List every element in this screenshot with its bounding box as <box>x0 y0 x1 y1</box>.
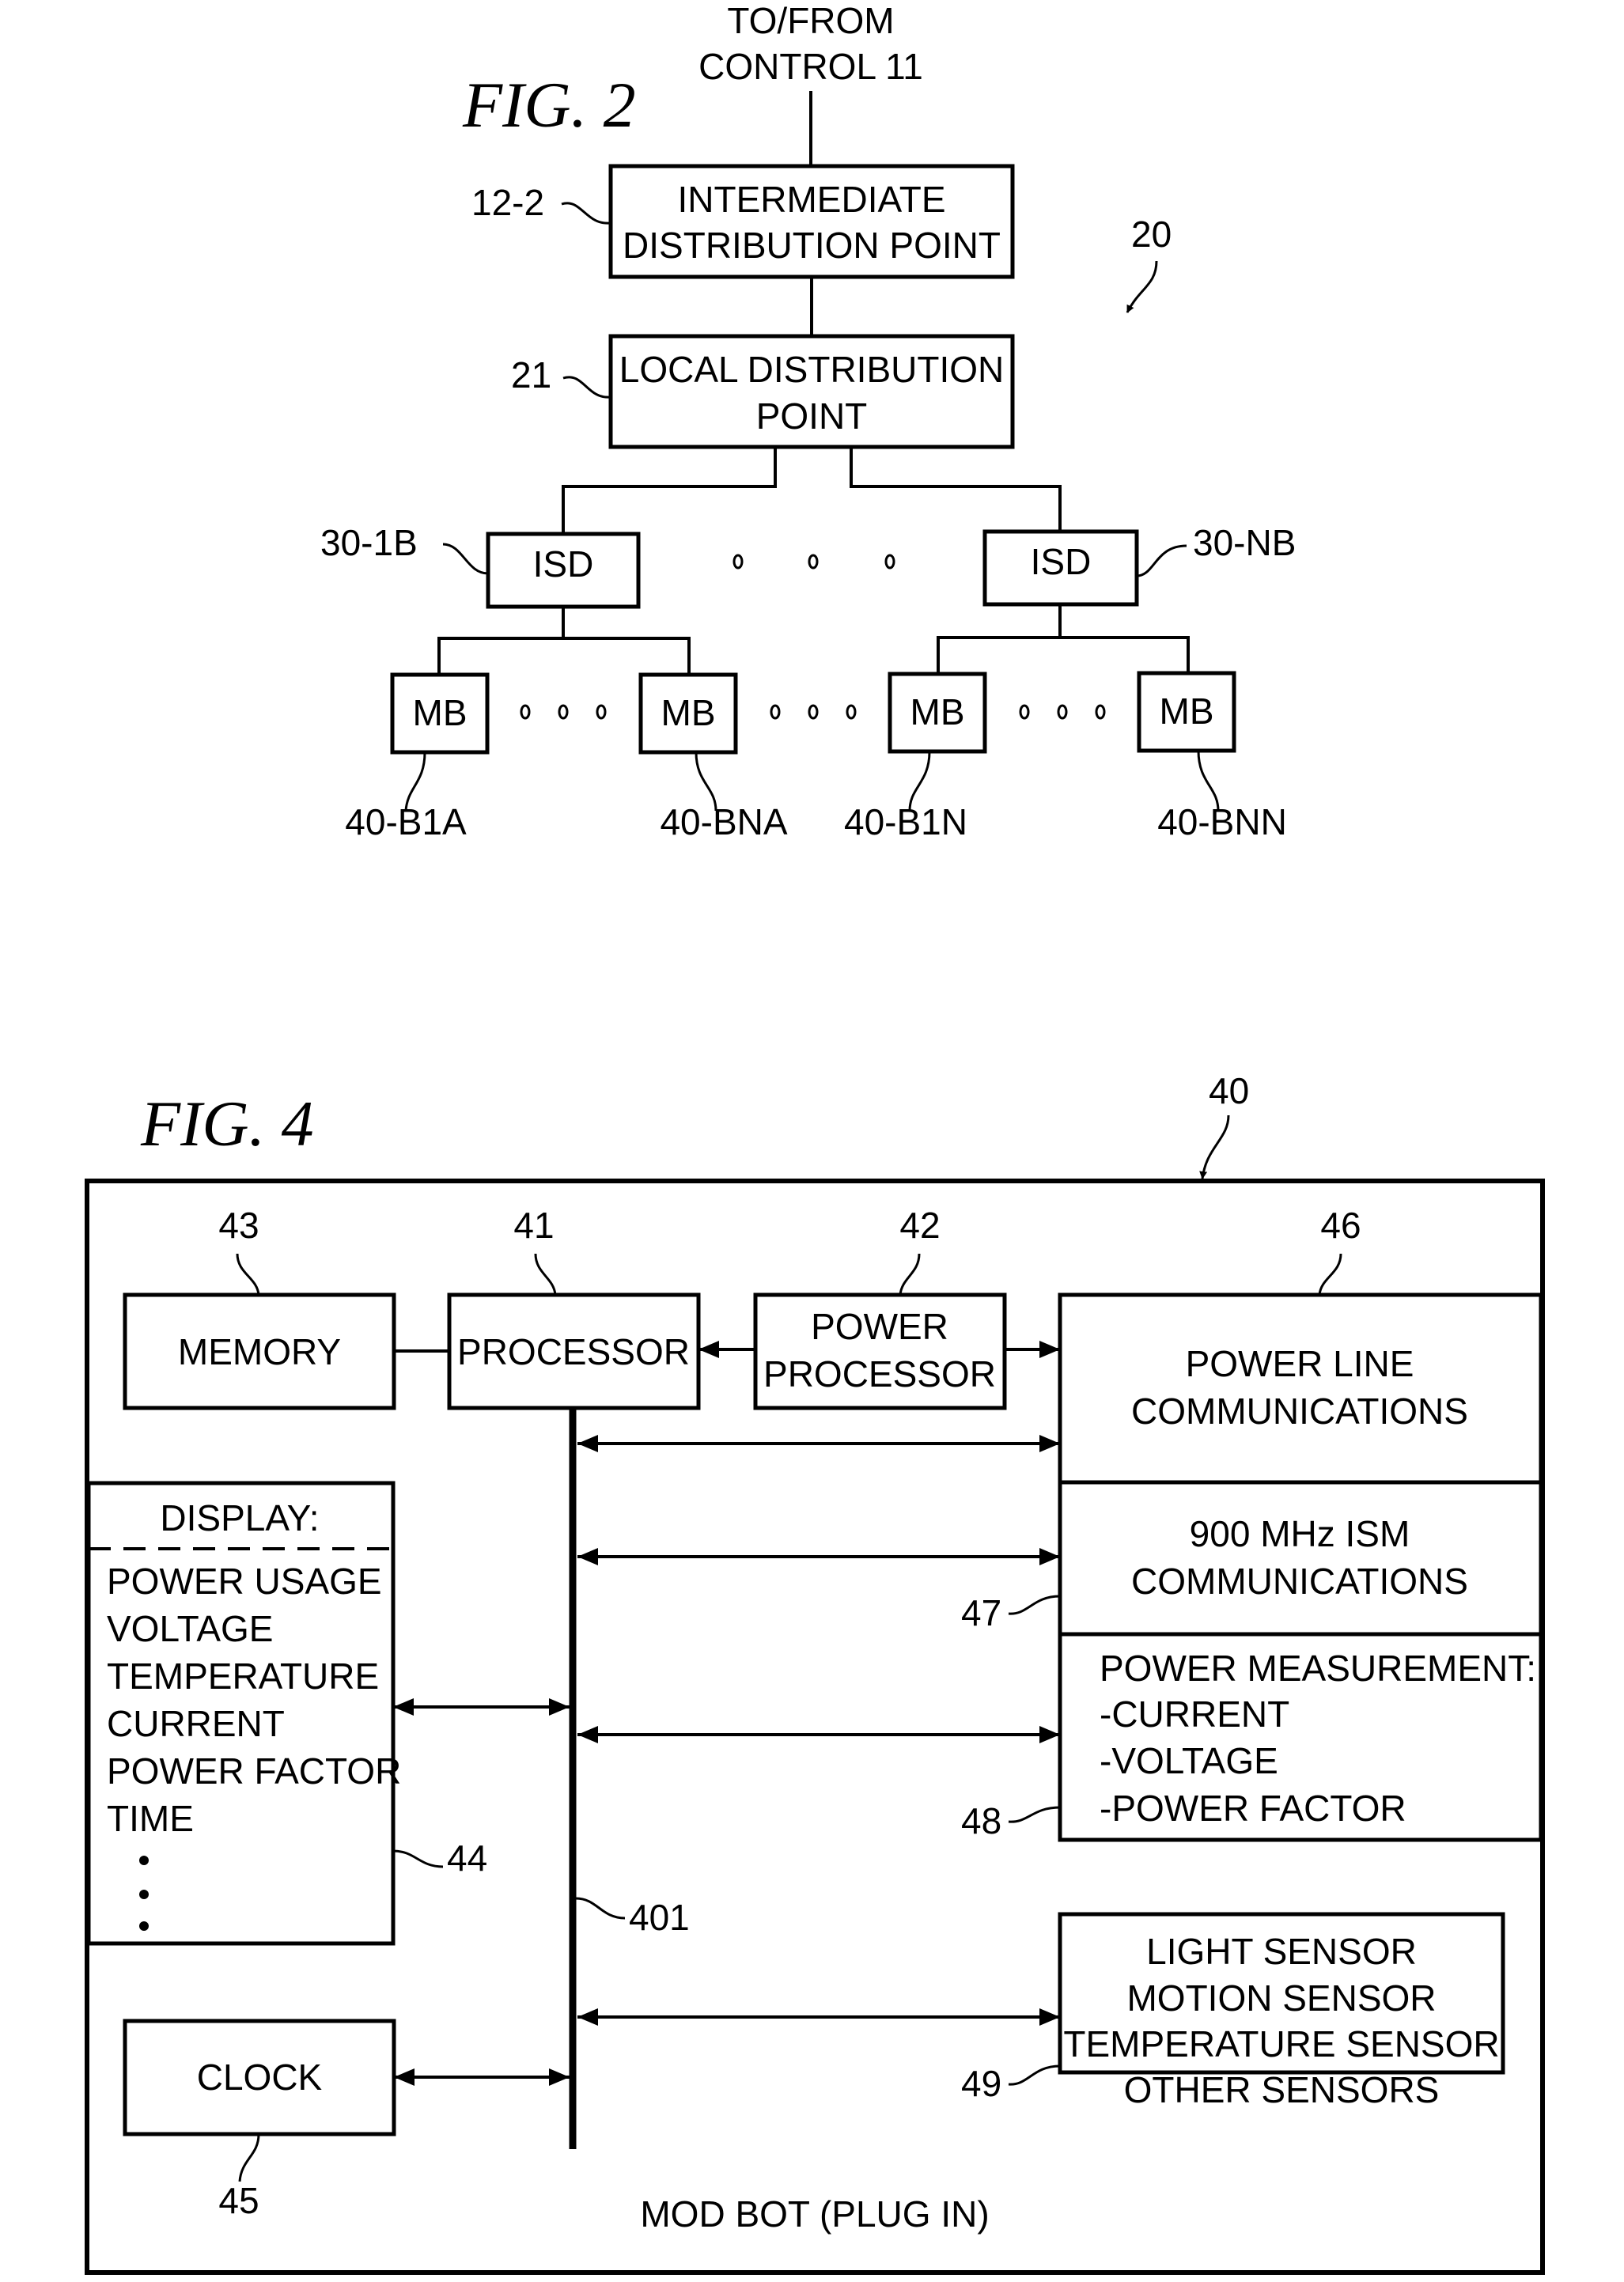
device-ref-arrow <box>1199 1115 1230 1179</box>
mb-node: MB 40-B1A <box>345 672 490 842</box>
display-item: VOLTAGE <box>107 1608 273 1649</box>
processor-ref: 41 <box>513 1205 554 1246</box>
display-item: POWER FACTOR <box>107 1750 401 1792</box>
mb-ref: 40-BNN <box>1157 801 1287 842</box>
mb-label: MB <box>661 692 716 733</box>
ism-line2: COMMUNICATIONS <box>1131 1561 1468 1602</box>
mb-label: MB <box>1160 691 1214 732</box>
sensor-line: MOTION SENSOR <box>1126 1977 1436 2019</box>
sensor-line: TEMPERATURE SENSOR <box>1063 2023 1499 2064</box>
clock-ref: 45 <box>218 2180 259 2221</box>
memory-label: MEMORY <box>178 1331 341 1372</box>
plc-ref: 46 <box>1320 1205 1361 1246</box>
intermediate-line1: INTERMEDIATE <box>677 179 945 220</box>
device-ref: 40 <box>1209 1070 1249 1111</box>
isd-leader-left <box>442 543 489 575</box>
memory-ref: 43 <box>218 1205 259 1246</box>
bus-ref: 401 <box>629 1897 690 1938</box>
mb-label: MB <box>413 692 468 733</box>
system-ref: 20 <box>1131 214 1172 255</box>
power-processor-line1: POWER <box>811 1306 948 1347</box>
local-ref: 21 <box>511 354 551 395</box>
control-label-line2: CONTROL 11 <box>698 46 923 87</box>
fig4-title: FIG. 4 <box>140 1088 314 1160</box>
local-line1: LOCAL DISTRIBUTION <box>619 349 1004 390</box>
mb-ref: 40-BNA <box>660 801 787 842</box>
power-line-communications-box <box>1058 1292 1543 1485</box>
mb-ref: 40-B1N <box>844 801 967 842</box>
display-ref: 44 <box>447 1837 487 1879</box>
measurement-line: -VOLTAGE <box>1100 1740 1278 1781</box>
mb-branch-left <box>437 637 691 676</box>
display-header: DISPLAY: <box>160 1497 319 1538</box>
local-leader <box>562 376 611 399</box>
power-processor-line2: PROCESSOR <box>763 1353 996 1395</box>
processor-label: PROCESSOR <box>457 1331 690 1372</box>
mb-node: MB 40-B1N <box>844 672 987 842</box>
fig4-diagram: FIG. 4 40 MOD BOT (PLUG IN) MEMORY 43 PR… <box>85 1070 1545 2275</box>
intermediate-ref: 12-2 <box>471 182 544 223</box>
sensors-ref: 49 <box>961 2063 1001 2104</box>
ism-line1: 900 MHz ISM <box>1190 1513 1410 1554</box>
mb-ellipsis <box>520 704 1106 720</box>
ism-ref: 47 <box>961 1592 1001 1633</box>
patent-drawing-sheet: FIG. 2 TO/FROM CONTROL 11 INTERMEDIATE D… <box>85 0 1545 2275</box>
plc-line1: POWER LINE <box>1186 1343 1414 1384</box>
sensor-line: OTHER SENSORS <box>1124 2069 1440 2110</box>
intermediate-leader <box>561 202 611 225</box>
display-item: TIME <box>107 1798 194 1839</box>
branch-left <box>562 447 777 534</box>
control-label-line1: TO/FROM <box>727 0 894 41</box>
ism-communications-box <box>1058 1480 1543 1637</box>
system-ref-arrow <box>1126 260 1158 313</box>
isd-label-left: ISD <box>533 543 594 585</box>
isd-ellipsis <box>733 554 895 570</box>
branch-right <box>850 447 1062 532</box>
device-label: MOD BOT (PLUG IN) <box>640 2193 989 2235</box>
fig2-title: FIG. 2 <box>462 69 636 141</box>
mb-node: MB 40-BNN <box>1137 671 1287 842</box>
mb-node: MB 40-BNA <box>638 672 788 842</box>
measurement-ref: 48 <box>961 1800 1001 1841</box>
mb-branch-right <box>937 636 1190 675</box>
intermediate-line2: DISTRIBUTION POINT <box>623 225 1001 266</box>
isd-ref-right: 30-NB <box>1193 522 1296 563</box>
plc-line2: COMMUNICATIONS <box>1131 1391 1468 1432</box>
local-line2: POINT <box>756 395 868 437</box>
measurement-line: -CURRENT <box>1100 1694 1289 1735</box>
power-processor-ref: 42 <box>899 1205 940 1246</box>
display-item: TEMPERATURE <box>107 1656 379 1697</box>
isd-ref-left: 30-1B <box>320 522 418 563</box>
clock-label: CLOCK <box>197 2057 323 2098</box>
sensor-line: LIGHT SENSOR <box>1146 1931 1417 1972</box>
fig2-diagram: FIG. 2 TO/FROM CONTROL 11 INTERMEDIATE D… <box>320 0 1296 842</box>
isd-label-right: ISD <box>1031 541 1092 582</box>
measurement-line: -POWER FACTOR <box>1100 1788 1406 1829</box>
measurement-line: POWER MEASUREMENT: <box>1100 1648 1536 1689</box>
isd-leader-right <box>1136 544 1187 577</box>
mb-label: MB <box>910 691 965 732</box>
display-item: POWER USAGE <box>107 1561 382 1602</box>
mb-ref: 40-B1A <box>345 801 467 842</box>
display-item: CURRENT <box>107 1703 285 1744</box>
